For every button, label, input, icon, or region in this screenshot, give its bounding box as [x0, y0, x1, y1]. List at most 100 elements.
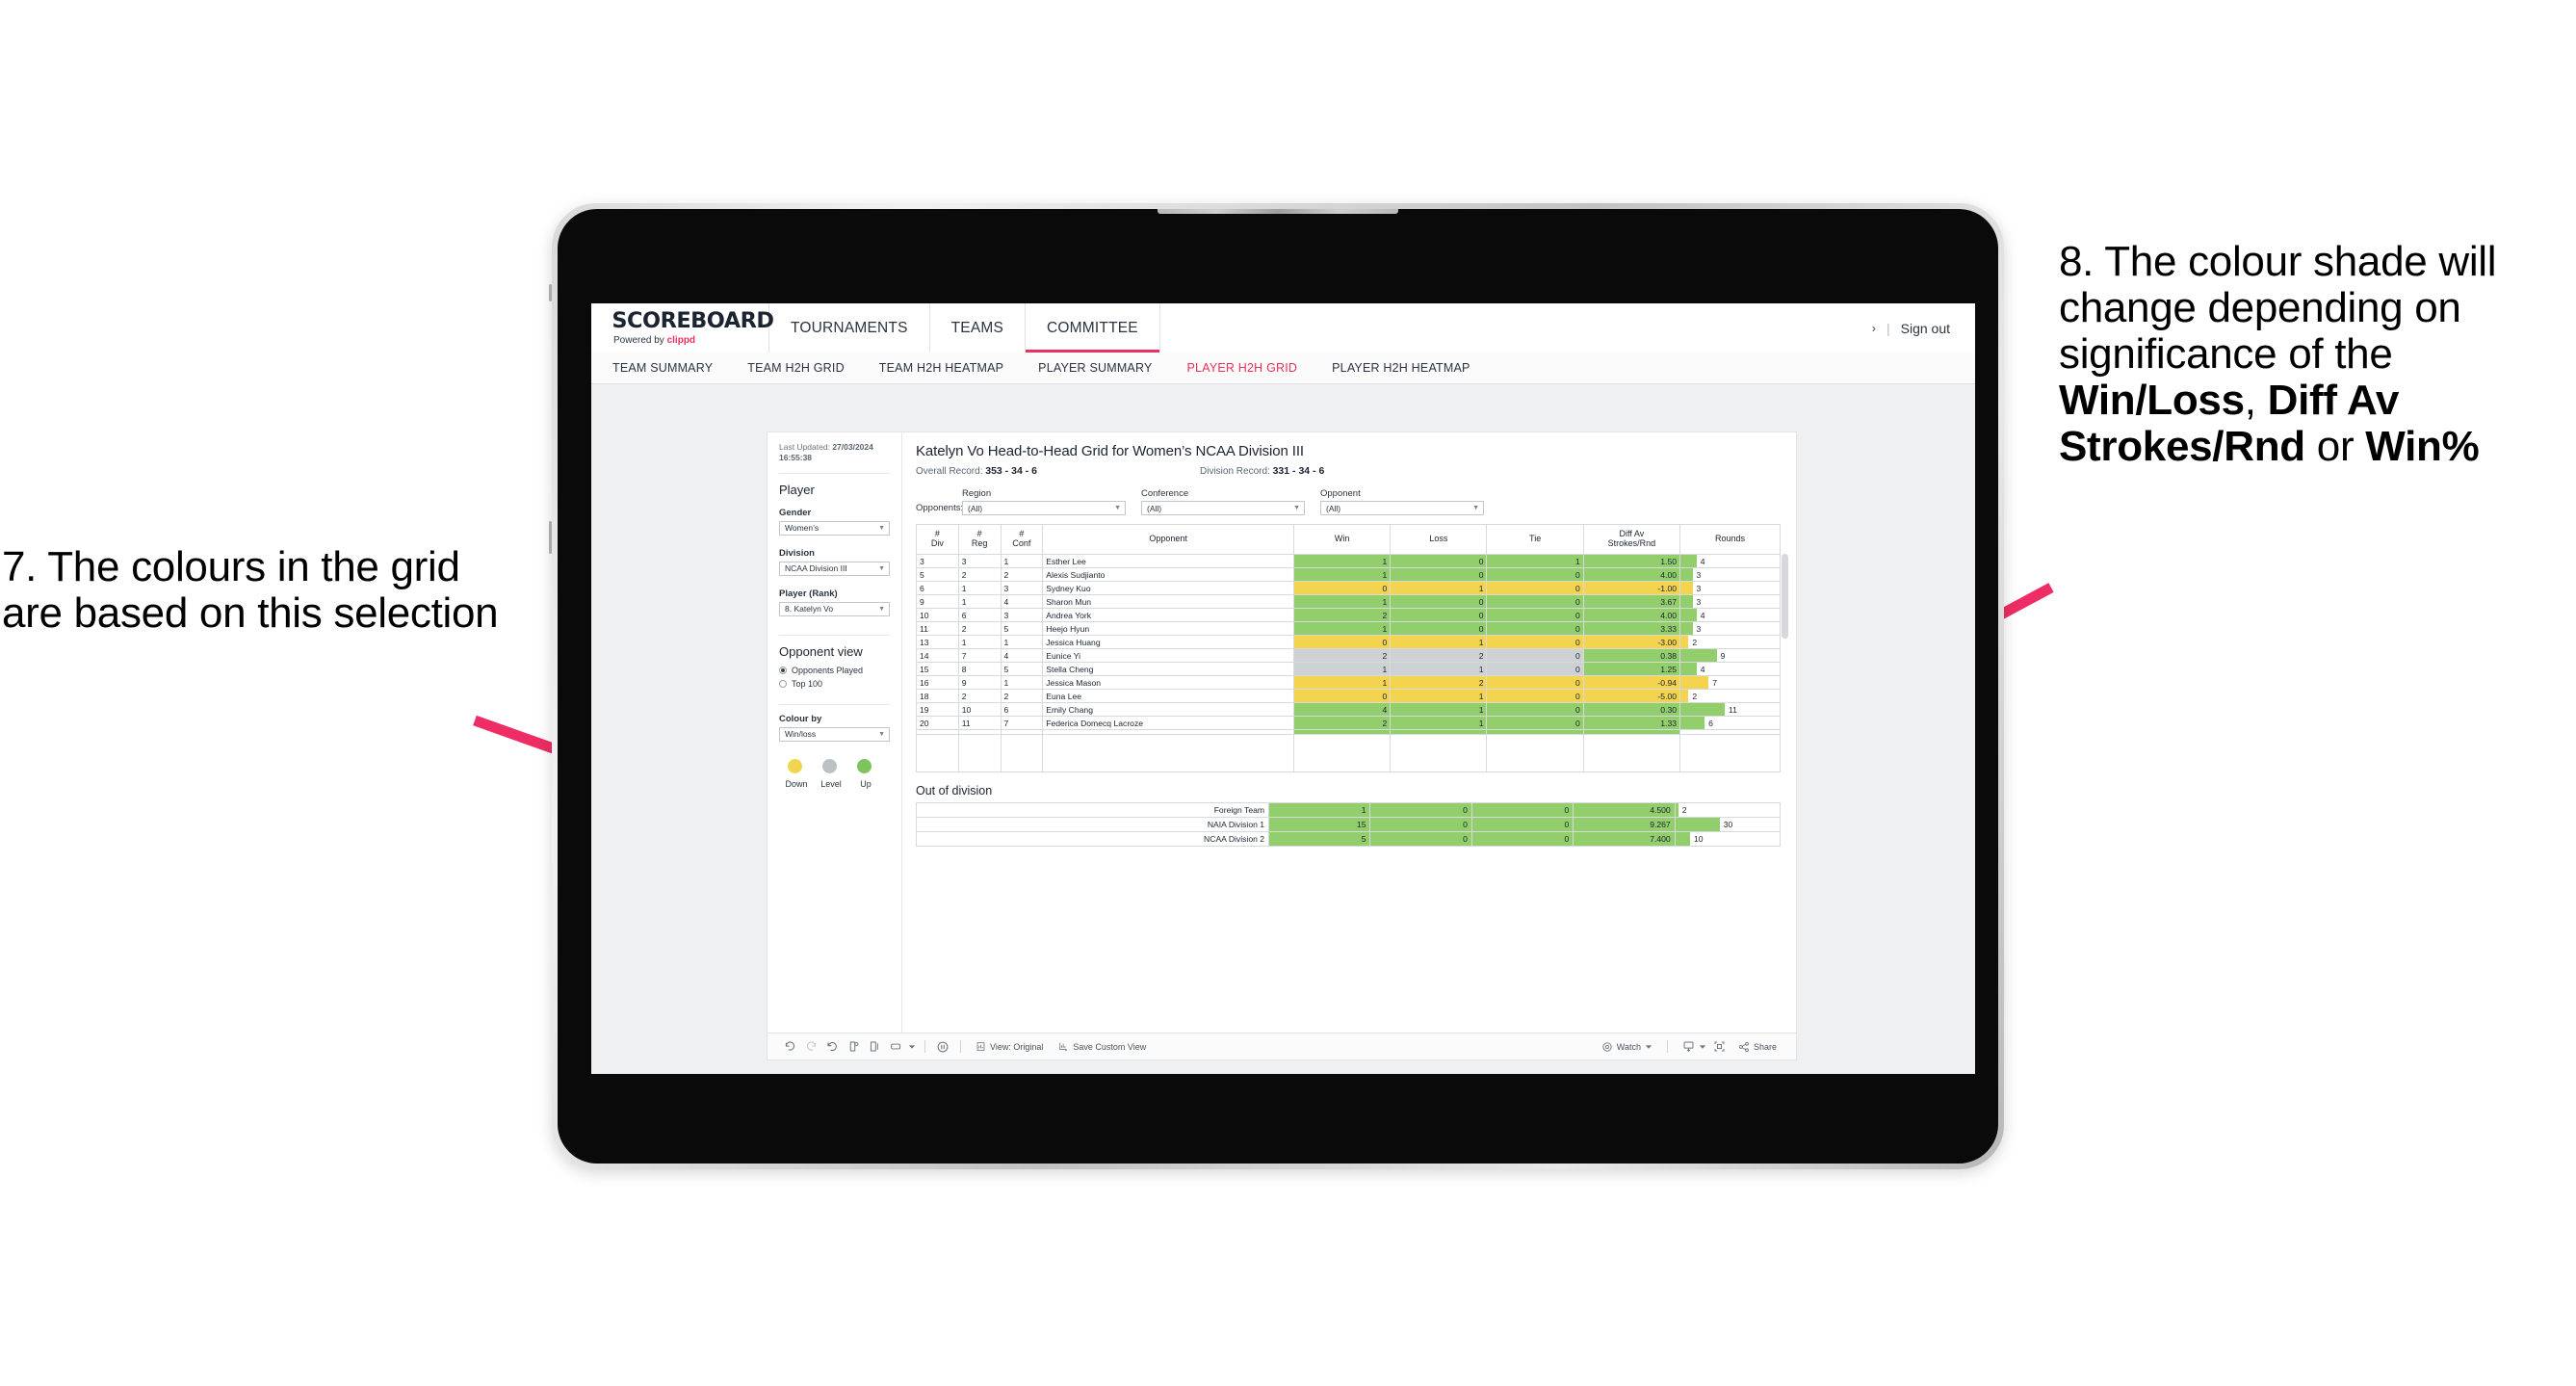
- colour-by-select[interactable]: Win/loss ▼: [779, 726, 890, 742]
- refresh-data-icon[interactable]: [843, 1036, 864, 1058]
- cell-diff: -0.94: [1582, 675, 1681, 690]
- cell-diff: 1.50: [1582, 554, 1681, 568]
- revert-icon[interactable]: [821, 1036, 843, 1058]
- redo-icon[interactable]: [800, 1036, 821, 1058]
- annotation-right-bold-winpct: Win%: [2365, 422, 2480, 470]
- cell-ood-rounds: 2: [1674, 802, 1782, 818]
- cell-diff: 1.25: [1582, 662, 1681, 676]
- rounds-bar: [1675, 832, 1691, 846]
- cell-tie: 1: [1486, 554, 1584, 568]
- colour-legend: Down Level Up: [779, 758, 890, 789]
- out-of-division-row[interactable]: NAIA Division 1 15 0 0 9.267 30: [915, 817, 1782, 832]
- player-section-heading: Player: [779, 482, 815, 497]
- col-header-div: # Div: [916, 524, 959, 555]
- table-row[interactable]: 19 10 6 Emily Chang 4 1 0 0.30 11: [916, 702, 1781, 717]
- cell-ood-loss: 0: [1369, 817, 1472, 832]
- cell-opponent: Esther Lee: [1042, 554, 1294, 568]
- table-row[interactable]: 15 8 5 Stella Cheng 1 1 0 1.25 4: [916, 662, 1781, 676]
- legend-label-level: Level: [820, 778, 842, 789]
- rounds-bar: [1675, 818, 1720, 831]
- table-row[interactable]: 18 2 2 Euna Lee 0 1 0 -5.00 2: [916, 689, 1781, 703]
- fullscreen-icon[interactable]: [1709, 1036, 1730, 1058]
- rounds-value: 3: [1696, 596, 1702, 607]
- topnav-item-teams[interactable]: TEAMS: [930, 303, 1027, 353]
- radio-opponents-played[interactable]: Opponents Played: [779, 666, 890, 675]
- undo-icon[interactable]: [779, 1036, 800, 1058]
- cell-opponent: Jessica Huang: [1042, 635, 1294, 649]
- cell-opponent: Sharon Mun: [1042, 594, 1294, 609]
- save-custom-view-button[interactable]: Save Custom View: [1051, 1041, 1154, 1052]
- table-row[interactable]: 5 2 2 Alexis Sudjianto 1 0 0 4.00 3: [916, 567, 1781, 582]
- cell-ood-win: 1: [1268, 802, 1371, 818]
- region-select[interactable]: (All) ▼: [962, 501, 1126, 515]
- brand-logo[interactable]: SCOREBOARD Powered by clippd: [591, 303, 774, 353]
- col-header-tie: Tie: [1486, 524, 1584, 555]
- cell-conf: 1: [1000, 554, 1044, 568]
- view-original-button[interactable]: View: Original: [968, 1041, 1051, 1052]
- table-row[interactable]: 20 11 7 Federica Domecq Lacroze 2 1 0 1.33 6: [916, 716, 1781, 730]
- cell-diff: 4.00: [1582, 608, 1681, 622]
- cell-rounds: 2: [1679, 689, 1781, 703]
- table-row[interactable]: 10 6 3 Andrea York 2 0 0 4.00 4: [916, 608, 1781, 622]
- gender-select[interactable]: Women’s ▼: [779, 520, 890, 536]
- tab-team-h2h-heatmap[interactable]: TEAM H2H HEATMAP: [879, 361, 1003, 375]
- bottom-toolbar: View: Original Save Custom View Watch Sh…: [768, 1033, 1796, 1059]
- topnav-item-tournaments[interactable]: TOURNAMENTS: [769, 303, 930, 353]
- cell-opponent: Heejo Hyun: [1042, 621, 1294, 636]
- table-row[interactable]: 9 1 4 Sharon Mun 1 0 0 3.67 3: [916, 594, 1781, 609]
- download-button[interactable]: [1675, 1040, 1709, 1053]
- table-row[interactable]: 13 1 1 Jessica Huang 0 1 0 -3.00 2: [916, 635, 1781, 649]
- cell-empty: [1582, 734, 1681, 747]
- conference-select[interactable]: (All) ▼: [1141, 501, 1305, 515]
- cell-loss: 1: [1390, 702, 1488, 717]
- cell-empty: [1486, 746, 1584, 760]
- cell-empty: [1679, 734, 1781, 747]
- radio-label-opponents-played: Opponents Played: [792, 665, 864, 675]
- rounds-value: 11: [1729, 704, 1737, 715]
- cell-opponent: Andrea York: [1042, 608, 1294, 622]
- cell-conf: 2: [1000, 689, 1044, 703]
- cell-tie: 0: [1486, 716, 1584, 730]
- table-row[interactable]: 6 1 3 Sydney Kuo 0 1 0 -1.00 3: [916, 581, 1781, 595]
- table-row[interactable]: 11 2 5 Heejo Hyun 1 0 0 3.33 3: [916, 621, 1781, 636]
- cell-conf: 5: [1000, 621, 1044, 636]
- cell-empty: [1042, 759, 1294, 772]
- cell-reg: 11: [957, 716, 1002, 730]
- table-row[interactable]: 3 3 1 Esther Lee 1 0 1 1.50 4: [916, 554, 1781, 568]
- cell-empty: [1292, 759, 1392, 772]
- cell-ood-win: 15: [1268, 817, 1371, 832]
- filter-region: Region (All) ▼: [962, 488, 1126, 515]
- cell-div: 14: [916, 648, 959, 663]
- vertical-scrollbar[interactable]: [1782, 554, 1788, 639]
- cell-reg: 2: [957, 621, 1002, 636]
- share-button[interactable]: Share: [1730, 1041, 1784, 1053]
- pause-data-icon[interactable]: [864, 1036, 885, 1058]
- tab-player-h2h-grid[interactable]: PLAYER H2H GRID: [1187, 361, 1298, 375]
- cell-opponent: Emily Chang: [1042, 702, 1294, 717]
- cell-empty: [1042, 734, 1294, 747]
- pause-auto-update-icon[interactable]: [932, 1036, 953, 1058]
- chevron-down-icon[interactable]: [906, 1036, 918, 1058]
- cell-win: 1: [1292, 621, 1392, 636]
- cell-ood-name: Foreign Team: [915, 802, 1270, 818]
- opponent-select[interactable]: (All) ▼: [1320, 501, 1484, 515]
- topnav-item-committee[interactable]: COMMITTEE: [1026, 303, 1160, 353]
- sign-out-link[interactable]: Sign out: [1901, 321, 1950, 336]
- watch-button[interactable]: Watch: [1594, 1041, 1660, 1053]
- tab-player-summary[interactable]: PLAYER SUMMARY: [1038, 361, 1152, 375]
- cell-diff: -3.00: [1582, 635, 1681, 649]
- tab-team-summary[interactable]: TEAM SUMMARY: [612, 361, 713, 375]
- division-select[interactable]: NCAA Division III ▼: [779, 561, 890, 576]
- out-of-division-row[interactable]: Foreign Team 1 0 0 4.500 2: [915, 802, 1782, 818]
- chevron-right-icon[interactable]: ›: [1872, 321, 1876, 335]
- radio-top-100[interactable]: Top 100: [779, 679, 890, 689]
- device-layout-icon[interactable]: [885, 1036, 906, 1058]
- cell-opponent: Eunice Yi: [1042, 648, 1294, 663]
- table-row[interactable]: 14 7 4 Eunice Yi 2 2 0 0.38 9: [916, 648, 1781, 663]
- table-row[interactable]: 16 9 1 Jessica Mason 1 2 0 -0.94 7: [916, 675, 1781, 690]
- rounds-value: 30: [1723, 820, 1733, 829]
- tab-team-h2h-grid[interactable]: TEAM H2H GRID: [747, 361, 845, 375]
- tab-player-h2h-heatmap[interactable]: PLAYER H2H HEATMAP: [1332, 361, 1470, 375]
- out-of-division-row[interactable]: NCAA Division 2 5 0 0 7.400 10: [915, 831, 1782, 847]
- player-rank-select[interactable]: 8. Katelyn Vo ▼: [779, 601, 890, 616]
